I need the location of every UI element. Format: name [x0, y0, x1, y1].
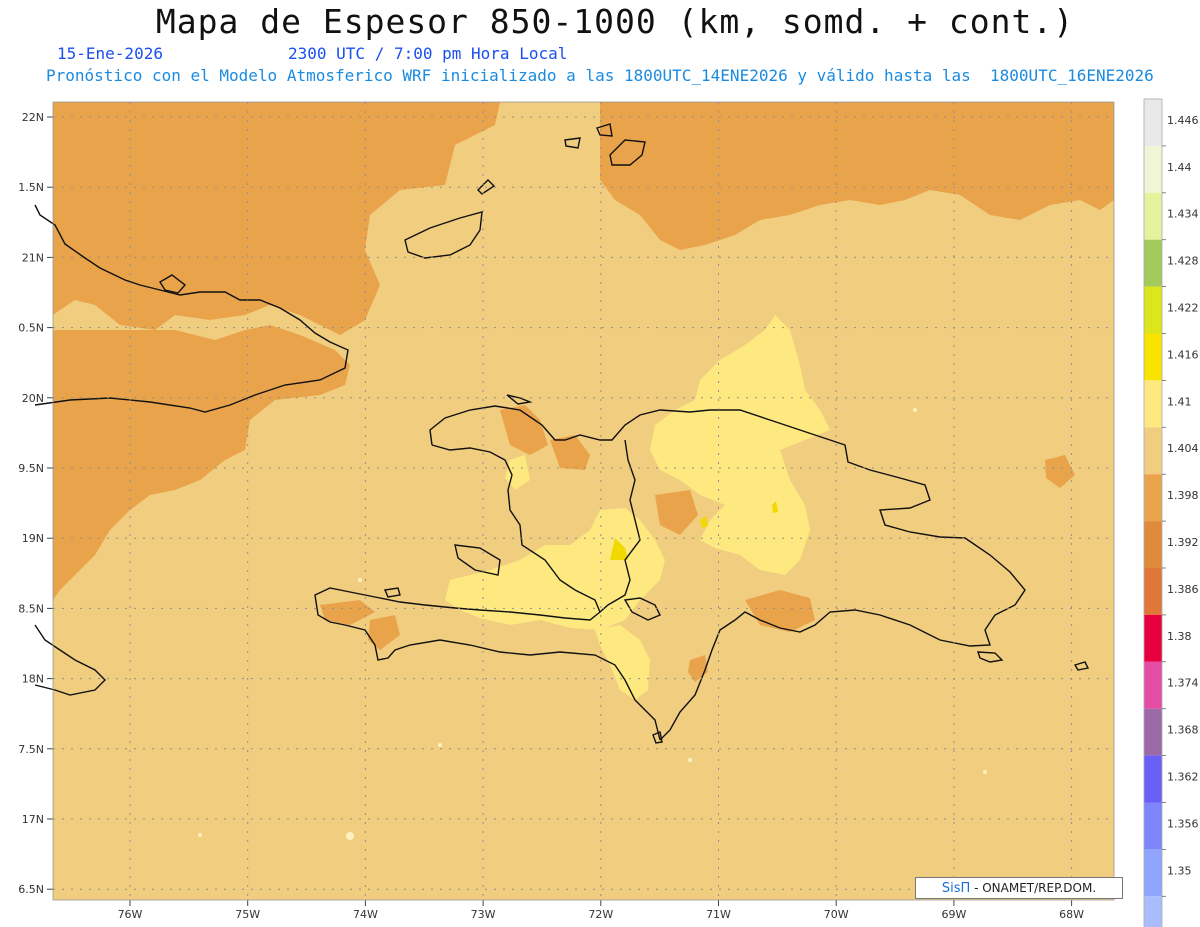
- colorbar-swatch: [1144, 661, 1162, 709]
- colorbar-swatch: [1144, 286, 1162, 334]
- lat-label: 19N: [22, 532, 44, 545]
- lat-label: 17N: [22, 813, 44, 826]
- lon-label: 68W: [1059, 908, 1084, 921]
- colorbar-label: 1.35: [1167, 864, 1192, 877]
- longitude-labels: 76W 75W 74W 73W 72W 71W 70W 69W 68W: [118, 908, 1085, 921]
- lat-label: 8.5N: [18, 602, 44, 615]
- lon-label: 70W: [824, 908, 849, 921]
- colorbar-label: 1.44: [1167, 161, 1192, 174]
- lon-label: 71W: [706, 908, 731, 921]
- colorbar-swatch: [1144, 521, 1162, 568]
- colorbar-label: 1.368: [1167, 724, 1199, 737]
- lat-label: 18N: [22, 673, 44, 686]
- colorbar-label: 1.398: [1167, 489, 1199, 502]
- colorbar-swatch: [1144, 192, 1162, 240]
- colorbar-swatch: [1144, 427, 1162, 475]
- colorbar-label: 1.404: [1167, 442, 1199, 455]
- colorbar-label: 1.356: [1167, 817, 1199, 830]
- colorbar-label: 1.374: [1167, 677, 1199, 690]
- colorbar-label: 1.392: [1167, 536, 1199, 549]
- colorbar-swatch: [1144, 896, 1162, 927]
- lat-label: 9.5N: [18, 462, 44, 475]
- lat-label: 0.5N: [18, 322, 44, 335]
- colorbar-swatch: [1144, 380, 1162, 428]
- lon-label: 75W: [235, 908, 260, 921]
- colorbar-swatch: [1144, 474, 1162, 522]
- colorbar-swatch: [1144, 333, 1162, 381]
- lon-label: 69W: [941, 908, 966, 921]
- colorbar-swatch: [1144, 708, 1162, 756]
- lon-label: 74W: [353, 908, 378, 921]
- colorbar-label: 1.38: [1167, 630, 1192, 643]
- colorbar-label: 1.428: [1167, 255, 1199, 268]
- lon-label: 72W: [588, 908, 613, 921]
- colorbar-label: 1.386: [1167, 583, 1199, 596]
- lat-label: 1.5N: [18, 181, 44, 194]
- colorbar-swatch: [1144, 145, 1162, 193]
- colorbar-label: 1.416: [1167, 348, 1199, 361]
- credit-brand: SisΠ: [941, 881, 971, 896]
- latitude-labels: 22N 1.5N 21N 0.5N 20N 9.5N 19N 8.5N 18N 7.5N 17N 6.…: [18, 111, 44, 896]
- colorbar-swatch: [1144, 99, 1162, 146]
- credit-badge: SisΠ - ONAMET/REP.DOM.: [915, 877, 1123, 899]
- colorbar-label: 1.422: [1167, 302, 1199, 315]
- thickness-map: 22N 1.5N 21N 0.5N 20N 9.5N 19N 8.5N 18N 7.5N 17N 6.…: [18, 98, 1199, 927]
- colorbar-swatch: [1144, 239, 1162, 287]
- lat-label: 6.5N: [18, 883, 44, 896]
- colorbar-swatch: [1144, 755, 1162, 803]
- lat-label: 7.5N: [18, 743, 44, 756]
- colorbar-swatch: [1144, 802, 1162, 850]
- lon-label: 76W: [118, 908, 143, 921]
- colorbar-label: 1.434: [1167, 208, 1199, 221]
- colorbar-swatch: [1144, 614, 1162, 662]
- lon-label: 73W: [471, 908, 496, 921]
- lat-label: 21N: [22, 251, 44, 264]
- lat-label: 20N: [22, 392, 44, 405]
- colorbar-label: 1.446: [1167, 114, 1199, 127]
- colorbar-swatch: [1144, 568, 1162, 615]
- credit-text: - ONAMET/REP.DOM.: [974, 881, 1097, 895]
- colorbar-label: 1.41: [1167, 395, 1192, 408]
- colorbar-label: 1.362: [1167, 771, 1199, 784]
- lat-label: 22N: [22, 111, 44, 124]
- colorbar: 1.446 1.44 1.434 1.428 1.422 1.416 1.41 1.404 1.…: [1143, 98, 1199, 927]
- colorbar-swatch: [1144, 849, 1162, 897]
